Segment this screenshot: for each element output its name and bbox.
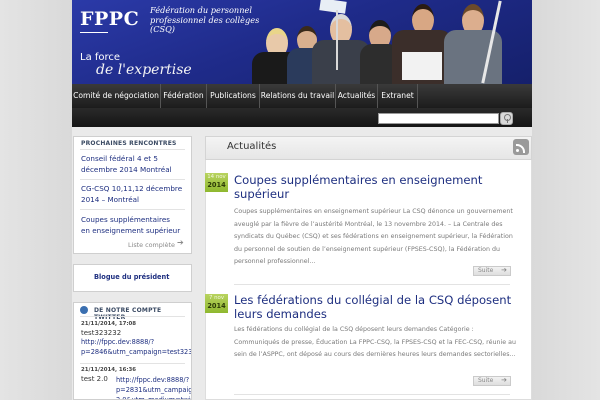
post-1-excerpt: Coupes supplémentaires en enseignement s… bbox=[234, 208, 513, 266]
header-group-photo bbox=[232, 0, 532, 84]
tweet-1-link[interactable]: http://fppc.dev:8888/?p=2846&utm_campaig… bbox=[81, 337, 191, 357]
page-background-right bbox=[532, 0, 600, 400]
header-banner: FPPC Fédération du personnel professionn… bbox=[72, 0, 532, 84]
nav-item-federation[interactable]: Fédération bbox=[161, 84, 207, 108]
event-link-2[interactable]: CG-CSQ 10,11,12 décembre 2014 – Montréal bbox=[81, 183, 189, 205]
search-input[interactable] bbox=[378, 113, 499, 124]
events-title: PROCHAINES RENCONTRES bbox=[81, 140, 177, 147]
site-logo[interactable]: FPPC bbox=[80, 8, 139, 30]
post-2-more-label: Suite bbox=[478, 377, 494, 384]
logo-underline bbox=[80, 32, 108, 33]
post-1-date: 14 nov bbox=[207, 174, 226, 180]
twitter-bird-icon bbox=[80, 306, 88, 314]
post-2-title[interactable]: Les fédérations du collégial de la CSQ d… bbox=[234, 293, 519, 321]
events-more-link[interactable]: Liste complète bbox=[128, 241, 175, 249]
post-1-more-label: Suite bbox=[478, 267, 494, 274]
tagline-line2: de l'expertise bbox=[96, 62, 192, 78]
arrow-right-icon: ➔ bbox=[501, 266, 507, 274]
events-panel: PROCHAINES RENCONTRES Conseil fédéral 4 … bbox=[73, 136, 192, 254]
post-2-date-badge: 7 nov 2014 bbox=[205, 294, 228, 313]
post-1-more-button[interactable]: Suite ➔ bbox=[473, 266, 511, 276]
event-link-1[interactable]: Conseil fédéral 4 et 5 décembre 2014 Mon… bbox=[81, 153, 189, 175]
post-2-year: 2014 bbox=[207, 302, 226, 310]
tweet-1-text: test323232 bbox=[81, 329, 122, 337]
nav-item-extranet[interactable]: Extranet bbox=[378, 84, 418, 108]
nav-item-publications[interactable]: Publications bbox=[207, 84, 260, 108]
page-title: Actualités bbox=[227, 141, 277, 152]
twitter-panel: DE NOTRE COMPTE TWITTER 21/11/2014, 17:0… bbox=[73, 302, 192, 400]
tweet-2-text: test 2.0 bbox=[81, 375, 108, 383]
twitter-title: DE NOTRE COMPTE TWITTER bbox=[94, 307, 162, 321]
arrow-right-icon: ➔ bbox=[501, 376, 507, 384]
logo-text: FPPC bbox=[80, 8, 140, 30]
nav-item-relations[interactable]: Relations du travail bbox=[260, 84, 336, 108]
nav-item-comite[interactable]: Comité de négociation bbox=[72, 84, 161, 108]
post-1-title[interactable]: Coupes supplémentaires en enseignement s… bbox=[234, 173, 519, 201]
tweet-2-link[interactable]: http://fppc.dev:8888/?p=2831&utm_campaig… bbox=[116, 375, 191, 399]
search-button[interactable] bbox=[500, 112, 513, 125]
main-navigation: Comité de négociation Fédération Publica… bbox=[72, 84, 532, 108]
tweet-2-date: 21/11/2014, 16:36 bbox=[81, 367, 137, 373]
event-link-3[interactable]: Coupes supplémentaires en enseignement s… bbox=[81, 214, 181, 236]
page-background-left bbox=[0, 0, 72, 400]
post-2-date: 7 nov bbox=[208, 295, 225, 301]
post-2-excerpt: Les fédérations du collégial de la CSQ d… bbox=[234, 326, 516, 359]
blog-link[interactable]: Blogue du président bbox=[94, 273, 169, 281]
post-1-year: 2014 bbox=[207, 181, 226, 189]
post-1-date-badge: 14 nov 2014 bbox=[205, 173, 228, 192]
post-2-more-button[interactable]: Suite ➔ bbox=[473, 376, 511, 386]
rss-icon[interactable] bbox=[513, 139, 529, 155]
tweet-1-date: 21/11/2014, 17:08 bbox=[81, 321, 137, 327]
arrow-right-icon: ➔ bbox=[177, 238, 184, 247]
nav-item-actualites[interactable]: Actualités bbox=[336, 84, 378, 108]
blog-panel: Blogue du président bbox=[73, 264, 192, 292]
